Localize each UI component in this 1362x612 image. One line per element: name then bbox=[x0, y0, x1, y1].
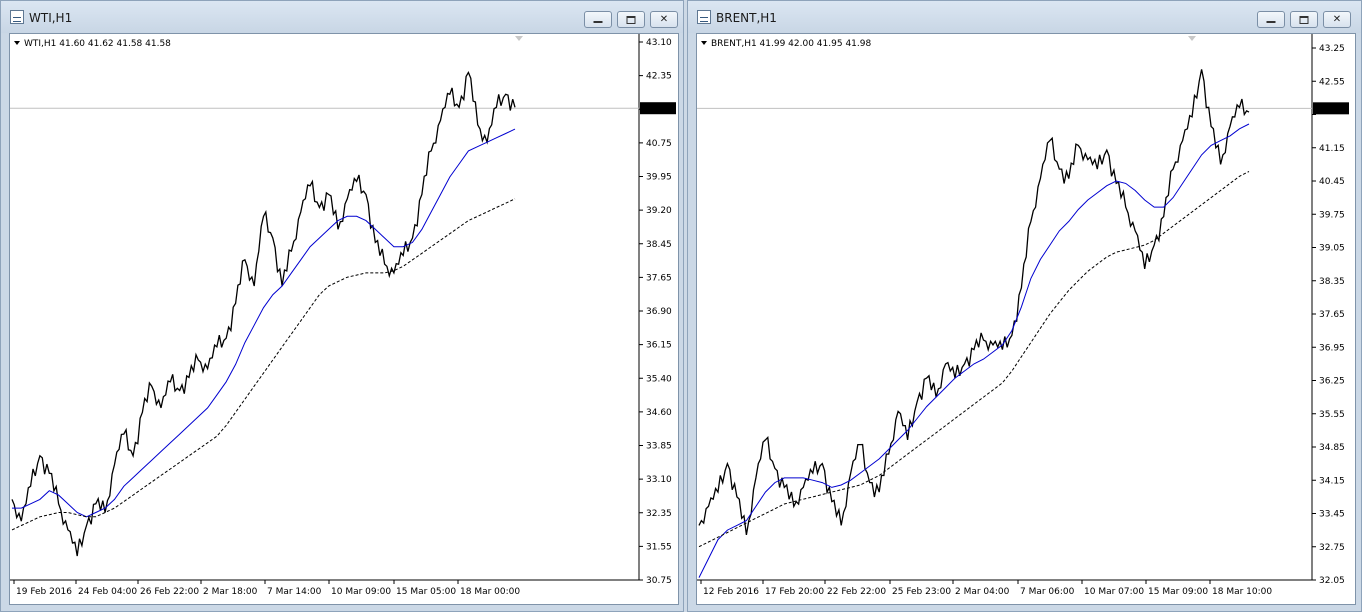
chart-header: BRENT,H1 41.99 42.00 41.95 41.98 bbox=[701, 39, 871, 49]
x-tick-label: 17 Feb 20:00 bbox=[765, 587, 824, 597]
window-titlebar[interactable]: BRENT,H1 ✕ bbox=[688, 1, 1361, 33]
fast-ma-line bbox=[698, 123, 1250, 578]
shift-marker-icon bbox=[1188, 36, 1196, 41]
y-tick-label: 35.55 bbox=[1319, 410, 1345, 420]
dropdown-triangle-icon bbox=[14, 41, 20, 45]
y-tick-label: 32.75 bbox=[1319, 543, 1345, 553]
slow-ma-line bbox=[698, 171, 1250, 548]
price-series-line bbox=[698, 69, 1250, 536]
current-price-label: 41.58 bbox=[643, 104, 669, 114]
y-tick-label: 35.40 bbox=[646, 374, 672, 384]
close-button[interactable]: ✕ bbox=[650, 11, 678, 28]
x-tick-label: 12 Feb 2016 bbox=[703, 587, 759, 597]
price-chart-svg[interactable]: WTI,H1 41.60 41.62 41.58 41.58 43.10 42.35… bbox=[10, 34, 678, 604]
y-tick-label: 42.35 bbox=[646, 72, 672, 82]
y-tick-label: 36.95 bbox=[1319, 343, 1345, 353]
x-tick-label: 18 Mar 10:00 bbox=[1212, 587, 1272, 597]
maximize-button[interactable] bbox=[1290, 11, 1318, 28]
y-tick-label: 38.45 bbox=[646, 240, 672, 250]
x-tick-label: 19 Feb 2016 bbox=[16, 587, 72, 597]
x-tick-label: 25 Feb 23:00 bbox=[892, 587, 951, 597]
slow-ma-line bbox=[11, 198, 516, 531]
y-tick-label: 30.75 bbox=[646, 576, 672, 586]
minimize-button[interactable] bbox=[1257, 11, 1285, 28]
current-price-label: 41.98 bbox=[1316, 104, 1342, 114]
chart-header-text: BRENT,H1 41.99 42.00 41.95 41.98 bbox=[711, 39, 871, 49]
close-button[interactable]: ✕ bbox=[1323, 11, 1351, 28]
y-tick-label: 42.55 bbox=[1319, 77, 1345, 87]
chart-window-icon bbox=[697, 10, 711, 24]
minimize-button[interactable] bbox=[584, 11, 612, 28]
y-tick-label: 36.90 bbox=[646, 307, 672, 317]
y-tick-label: 39.05 bbox=[1319, 244, 1345, 254]
fast-ma-line bbox=[12, 128, 516, 518]
y-tick-label: 33.10 bbox=[646, 475, 672, 485]
chart-area[interactable]: BRENT,H1 41.99 42.00 41.95 41.98 43.25 42.… bbox=[696, 33, 1356, 605]
y-tick-label: 39.75 bbox=[1319, 210, 1345, 220]
shift-marker-icon bbox=[515, 36, 523, 41]
price-series-line bbox=[11, 71, 516, 557]
x-tick-label: 15 Mar 09:00 bbox=[1148, 587, 1208, 597]
x-tick-label: 22 Feb 22:00 bbox=[827, 587, 886, 597]
y-tick-label: 34.60 bbox=[646, 408, 672, 418]
y-tick-label: 32.35 bbox=[646, 509, 672, 519]
minimize-icon bbox=[593, 20, 603, 23]
y-tick-label: 36.15 bbox=[646, 341, 672, 351]
window-title: WTI,H1 bbox=[29, 11, 73, 25]
chart-area[interactable]: WTI,H1 41.60 41.62 41.58 41.58 43.10 42.35… bbox=[9, 33, 679, 605]
close-icon: ✕ bbox=[659, 13, 669, 25]
y-tick-label: 34.15 bbox=[1319, 476, 1345, 486]
window-title: BRENT,H1 bbox=[716, 11, 777, 25]
chart-window-wti[interactable]: WTI,H1 ✕ WTI,H1 41.60 41.62 41.58 41.58 4… bbox=[0, 0, 684, 612]
chart-header: WTI,H1 41.60 41.62 41.58 41.58 bbox=[14, 39, 171, 49]
y-tick-label: 33.45 bbox=[1319, 510, 1345, 520]
close-icon: ✕ bbox=[1332, 13, 1342, 25]
x-tick-label: 10 Mar 07:00 bbox=[1084, 587, 1144, 597]
x-tick-label: 2 Mar 04:00 bbox=[955, 587, 1010, 597]
price-chart-svg[interactable]: BRENT,H1 41.99 42.00 41.95 41.98 43.25 42.… bbox=[697, 34, 1355, 604]
window-titlebar[interactable]: WTI,H1 ✕ bbox=[1, 1, 683, 33]
y-tick-label: 31.55 bbox=[646, 542, 672, 552]
minimize-icon bbox=[1266, 20, 1276, 23]
maximize-button[interactable] bbox=[617, 11, 645, 28]
maximize-icon bbox=[1299, 15, 1309, 24]
y-tick-label: 32.05 bbox=[1319, 576, 1345, 586]
chart-window-brent[interactable]: BRENT,H1 ✕ BRENT,H1 41.99 42.00 41.95 41… bbox=[687, 0, 1362, 612]
chart-header-text: WTI,H1 41.60 41.62 41.58 41.58 bbox=[24, 39, 171, 49]
y-tick-label: 43.25 bbox=[1319, 44, 1345, 54]
y-tick-label: 40.75 bbox=[646, 139, 672, 149]
y-tick-label: 36.25 bbox=[1319, 377, 1345, 387]
y-tick-label: 37.65 bbox=[1319, 310, 1345, 320]
x-tick-label: 15 Mar 05:00 bbox=[396, 587, 456, 597]
chart-window-icon bbox=[10, 10, 24, 24]
x-tick-label: 18 Mar 00:00 bbox=[460, 587, 520, 597]
x-tick-label: 7 Mar 06:00 bbox=[1020, 587, 1075, 597]
y-tick-label: 38.35 bbox=[1319, 277, 1345, 287]
y-tick-label: 40.45 bbox=[1319, 177, 1345, 187]
y-tick-label: 37.65 bbox=[646, 273, 672, 283]
dropdown-triangle-icon bbox=[701, 41, 707, 45]
x-tick-label: 10 Mar 09:00 bbox=[331, 587, 391, 597]
y-tick-label: 43.10 bbox=[646, 38, 672, 48]
y-tick-label: 33.85 bbox=[646, 442, 672, 452]
x-tick-label: 2 Mar 18:00 bbox=[203, 587, 258, 597]
y-tick-label: 41.15 bbox=[1319, 144, 1345, 154]
x-tick-label: 7 Mar 14:00 bbox=[267, 587, 322, 597]
y-tick-label: 34.85 bbox=[1319, 443, 1345, 453]
x-tick-label: 24 Feb 04:00 bbox=[78, 587, 137, 597]
y-tick-label: 39.20 bbox=[646, 206, 672, 216]
x-tick-label: 26 Feb 22:00 bbox=[140, 587, 199, 597]
maximize-icon bbox=[626, 15, 636, 24]
y-tick-label: 39.95 bbox=[646, 173, 672, 183]
